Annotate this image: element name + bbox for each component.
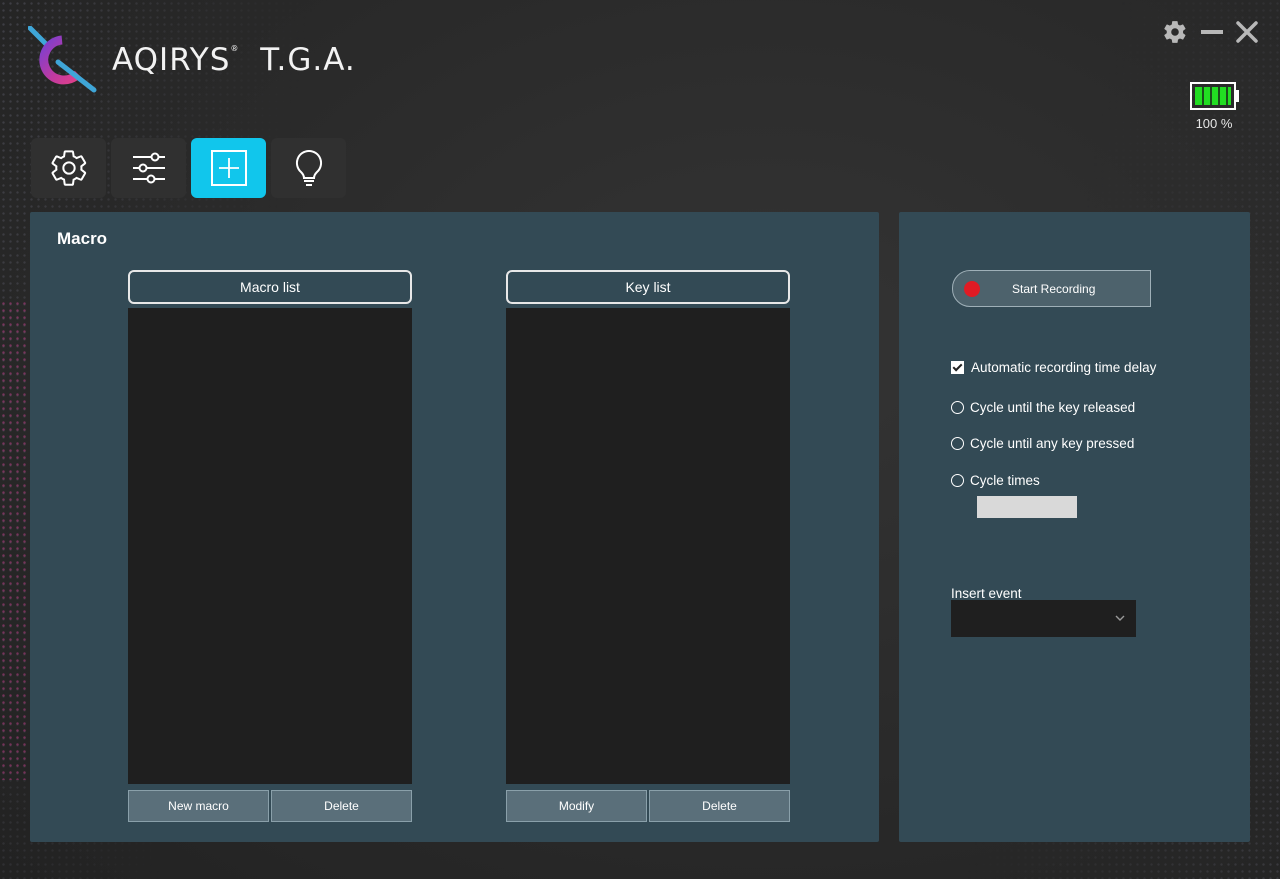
cycle-any-label: Cycle until any key pressed — [970, 436, 1135, 451]
cycle-any-option[interactable]: Cycle until any key pressed — [951, 436, 1134, 451]
modify-key-button[interactable]: Modify — [506, 790, 647, 822]
start-recording-label: Start Recording — [1012, 281, 1096, 296]
logo-brand: AQIRYS — [112, 42, 231, 78]
window-minimize-button[interactable] — [1198, 16, 1226, 48]
main-tabs — [31, 138, 346, 198]
auto-delay-checkbox[interactable] — [951, 361, 964, 374]
tab-lighting[interactable] — [271, 138, 346, 198]
logo-suffix: T.G.A. — [260, 42, 356, 78]
cycle-any-radio[interactable] — [951, 437, 964, 450]
logo-registered-mark: ® — [230, 44, 240, 53]
insert-event-label: Insert event — [951, 586, 1022, 601]
window-close-button[interactable] — [1232, 16, 1262, 48]
window-settings-button[interactable] — [1160, 16, 1190, 48]
key-list[interactable] — [506, 308, 790, 784]
auto-delay-label: Automatic recording time delay — [971, 360, 1157, 375]
tab-macro[interactable] — [191, 138, 266, 198]
gear-icon — [51, 150, 86, 186]
app-logo: AQIRYS® T.G.A. — [28, 26, 358, 96]
macro-list[interactable] — [128, 308, 412, 784]
recording-panel: Start Recording Automatic recording time… — [899, 212, 1250, 842]
chevron-down-icon — [1115, 615, 1125, 621]
cycle-times-input[interactable] — [977, 496, 1077, 518]
logo-mark-icon — [28, 26, 97, 93]
macro-list-header[interactable]: Macro list — [128, 270, 412, 304]
cycle-times-radio[interactable] — [951, 474, 964, 487]
tab-settings[interactable] — [31, 138, 106, 198]
minimize-icon — [1201, 30, 1223, 34]
auto-delay-option[interactable]: Automatic recording time delay — [951, 360, 1156, 375]
macro-list-buttons: New macro Delete — [128, 790, 412, 822]
start-recording-button[interactable]: Start Recording — [952, 270, 1151, 307]
panel-title: Macro — [57, 229, 108, 248]
macro-panel: Macro Macro list New macro Delete Key li… — [30, 212, 879, 842]
delete-macro-button[interactable]: Delete — [271, 790, 412, 822]
tab-adjustments[interactable] — [111, 138, 186, 198]
battery-icon — [1190, 82, 1239, 110]
key-list-column: Key list Modify Delete — [506, 270, 790, 822]
add-square-icon — [210, 150, 247, 186]
macro-list-column: Macro list New macro Delete — [128, 270, 412, 822]
insert-event-dropdown[interactable] — [951, 600, 1136, 637]
lightbulb-icon — [295, 149, 322, 186]
battery-percentage: 100 % — [1195, 116, 1233, 131]
close-icon — [1236, 21, 1258, 43]
key-list-header[interactable]: Key list — [506, 270, 790, 304]
cycle-times-option[interactable]: Cycle times — [951, 473, 1040, 488]
sliders-icon — [132, 152, 165, 184]
new-macro-button[interactable]: New macro — [128, 790, 269, 822]
gear-icon — [1164, 21, 1186, 43]
cycle-released-label: Cycle until the key released — [970, 400, 1136, 415]
cycle-released-option[interactable]: Cycle until the key released — [951, 400, 1135, 415]
key-list-buttons: Modify Delete — [506, 790, 790, 822]
cycle-times-label: Cycle times — [970, 473, 1040, 488]
record-icon — [964, 280, 980, 297]
logo-wordmark: AQIRYS® T.G.A. — [112, 42, 356, 78]
cycle-released-radio[interactable] — [951, 401, 964, 414]
delete-key-button[interactable]: Delete — [649, 790, 790, 822]
